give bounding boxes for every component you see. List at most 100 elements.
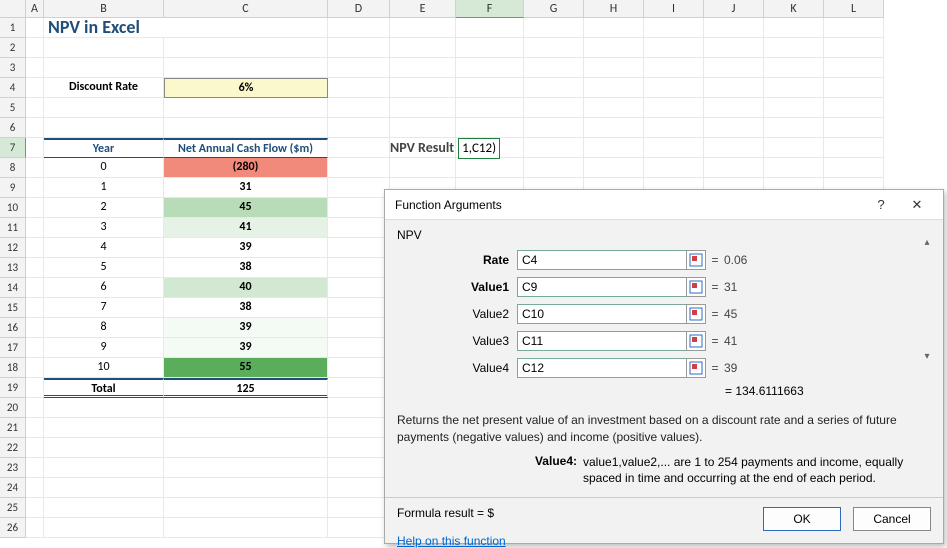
page-title[interactable]: NPV in Excel [44, 18, 328, 38]
cell-A12[interactable] [26, 238, 44, 258]
cell-B24[interactable] [44, 478, 164, 498]
cell-D23[interactable] [328, 458, 390, 478]
year-1[interactable]: 1 [44, 178, 164, 198]
col-header-J[interactable]: J [704, 0, 764, 18]
year-5[interactable]: 5 [44, 258, 164, 278]
cell-I2[interactable] [644, 38, 704, 58]
row-header-14[interactable]: 14 [0, 278, 26, 298]
cell-D19[interactable] [328, 378, 390, 398]
dialog-titlebar[interactable]: Function Arguments ? ✕ [385, 190, 943, 220]
cell-E7[interactable]: NPV Result1,C12) [390, 138, 456, 158]
cell-C5[interactable] [164, 98, 328, 118]
cell-L4[interactable] [824, 78, 884, 98]
cell-D2[interactable] [328, 38, 390, 58]
cell-L8[interactable] [824, 158, 884, 178]
cell-C3[interactable] [164, 58, 328, 78]
cell-C24[interactable] [164, 478, 328, 498]
cell-C23[interactable] [164, 458, 328, 478]
cell-D10[interactable] [328, 198, 390, 218]
range-picker-icon[interactable] [686, 304, 706, 324]
cell-C21[interactable] [164, 418, 328, 438]
cell-D21[interactable] [328, 418, 390, 438]
year-10[interactable]: 10 [44, 358, 164, 378]
cell-G6[interactable] [524, 118, 584, 138]
cell-H5[interactable] [584, 98, 644, 118]
total-label[interactable]: Total [44, 378, 164, 398]
cell-C26[interactable] [164, 518, 328, 538]
cell-A4[interactable] [26, 78, 44, 98]
discount-label[interactable]: Discount Rate [44, 78, 164, 98]
cell-A15[interactable] [26, 298, 44, 318]
close-icon[interactable]: ✕ [899, 197, 935, 213]
cell-K1[interactable] [764, 18, 824, 38]
row-header-25[interactable]: 25 [0, 498, 26, 518]
cell-D14[interactable] [328, 278, 390, 298]
flow-7[interactable]: 38 [164, 298, 328, 318]
cell-D16[interactable] [328, 318, 390, 338]
row-header-17[interactable]: 17 [0, 338, 26, 358]
cell-A20[interactable] [26, 398, 44, 418]
cell-H2[interactable] [584, 38, 644, 58]
cell-D11[interactable] [328, 218, 390, 238]
row-header-4[interactable]: 4 [0, 78, 26, 98]
cell-D15[interactable] [328, 298, 390, 318]
flow-1[interactable]: 31 [164, 178, 328, 198]
cell-G8[interactable] [524, 158, 584, 178]
cell-L2[interactable] [824, 38, 884, 58]
cell-A11[interactable] [26, 218, 44, 238]
cell-D9[interactable] [328, 178, 390, 198]
cell-F2[interactable] [456, 38, 524, 58]
help-link[interactable]: Help on this function [397, 534, 506, 548]
col-header-C[interactable]: C [164, 0, 328, 18]
col-header-B[interactable]: B [44, 0, 164, 18]
flow-6[interactable]: 40 [164, 278, 328, 298]
cell-B25[interactable] [44, 498, 164, 518]
cell-D8[interactable] [328, 158, 390, 178]
col-header-G[interactable]: G [524, 0, 584, 18]
year-0[interactable]: 0 [44, 158, 164, 178]
col-header-H[interactable]: H [584, 0, 644, 18]
range-picker-icon[interactable] [686, 331, 706, 351]
cell-A8[interactable] [26, 158, 44, 178]
range-picker-icon[interactable] [686, 277, 706, 297]
chevron-up-icon[interactable]: ▴ [919, 236, 935, 252]
header-flow[interactable]: Net Annual Cash Flow ($m) [164, 138, 328, 158]
cell-B22[interactable] [44, 438, 164, 458]
row-header-3[interactable]: 3 [0, 58, 26, 78]
cell-A17[interactable] [26, 338, 44, 358]
cell-I5[interactable] [644, 98, 704, 118]
cell-D3[interactable] [328, 58, 390, 78]
cell-D25[interactable] [328, 498, 390, 518]
cell-A16[interactable] [26, 318, 44, 338]
cell-I8[interactable] [644, 158, 704, 178]
row-header-11[interactable]: 11 [0, 218, 26, 238]
cell-G2[interactable] [524, 38, 584, 58]
total-value[interactable]: 125 [164, 378, 328, 398]
cell-K3[interactable] [764, 58, 824, 78]
cell-A22[interactable] [26, 438, 44, 458]
cell-G3[interactable] [524, 58, 584, 78]
cell-D12[interactable] [328, 238, 390, 258]
row-header-15[interactable]: 15 [0, 298, 26, 318]
cell-E6[interactable] [390, 118, 456, 138]
cell-K5[interactable] [764, 98, 824, 118]
cell-D18[interactable] [328, 358, 390, 378]
cell-D24[interactable] [328, 478, 390, 498]
cell-F3[interactable] [456, 58, 524, 78]
cell-G5[interactable] [524, 98, 584, 118]
cell-J1[interactable] [704, 18, 764, 38]
cell-D5[interactable] [328, 98, 390, 118]
arg-input-value3[interactable] [517, 331, 687, 351]
row-header-22[interactable]: 22 [0, 438, 26, 458]
col-header-F[interactable]: F [456, 0, 524, 18]
cell-D20[interactable] [328, 398, 390, 418]
cell-L3[interactable] [824, 58, 884, 78]
cell-D26[interactable] [328, 518, 390, 538]
year-3[interactable]: 3 [44, 218, 164, 238]
cell-K8[interactable] [764, 158, 824, 178]
col-header-L[interactable]: L [824, 0, 884, 18]
cell-B2[interactable] [44, 38, 164, 58]
cell-L1[interactable] [824, 18, 884, 38]
col-header-D[interactable]: D [328, 0, 390, 18]
cell-D6[interactable] [328, 118, 390, 138]
